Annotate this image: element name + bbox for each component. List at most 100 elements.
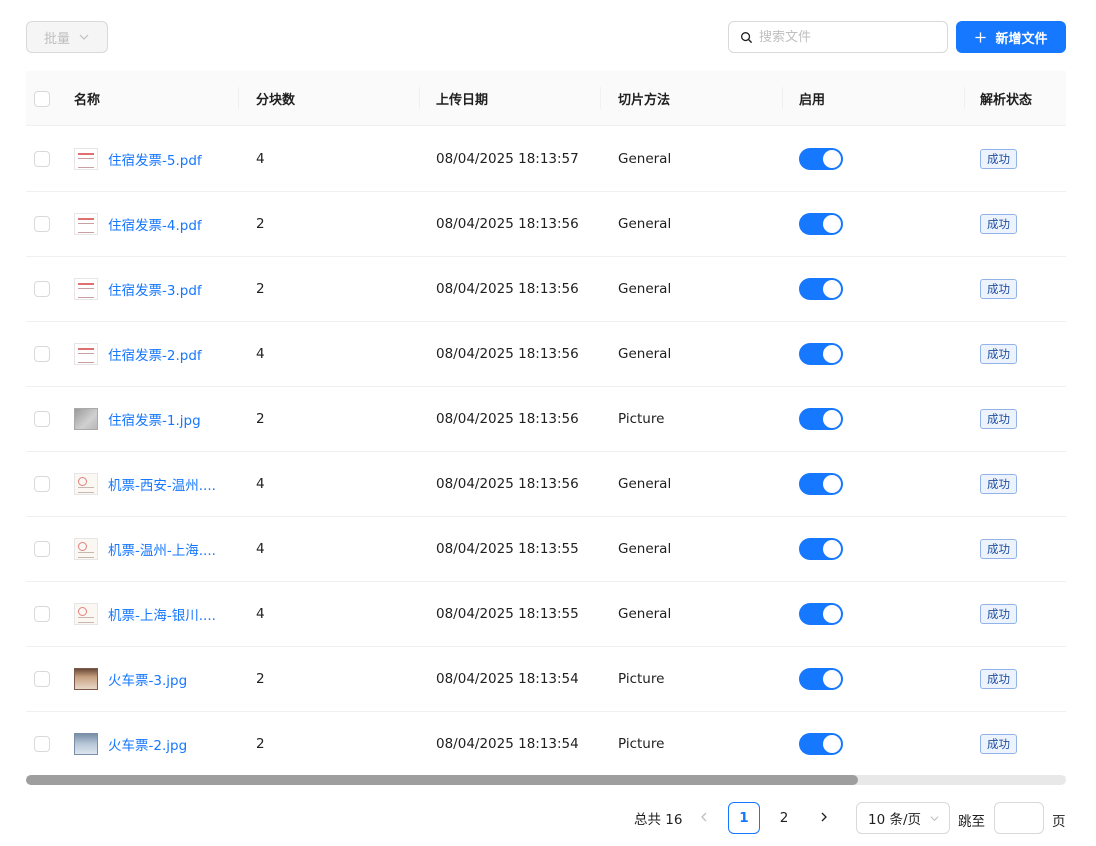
- file-name-cell[interactable]: 住宿发票-2.pdf: [74, 322, 202, 386]
- file-name-cell[interactable]: 机票-温州-上海....: [74, 517, 216, 581]
- table-row[interactable]: 机票-上海-银川.... 4 08/04/2025 18:13:55 Gener…: [26, 582, 1066, 647]
- file-name-cell[interactable]: 住宿发票-3.pdf: [74, 257, 202, 321]
- status-badge[interactable]: 成功: [980, 344, 1017, 364]
- column-header-parse-status[interactable]: 解析状态: [980, 71, 1032, 126]
- file-name-link[interactable]: 火车票-2.jpg: [108, 734, 187, 754]
- file-name-link[interactable]: 机票-西安-温州....: [108, 474, 216, 494]
- chunk-method[interactable]: General: [618, 322, 671, 386]
- status-badge[interactable]: 成功: [980, 474, 1017, 494]
- row-checkbox[interactable]: [34, 736, 50, 752]
- column-header-name[interactable]: 名称: [74, 71, 100, 126]
- enable-toggle[interactable]: [799, 668, 843, 690]
- chunk-method[interactable]: General: [618, 192, 671, 256]
- jump-page-input[interactable]: [994, 802, 1044, 834]
- scrollbar-thumb[interactable]: [26, 775, 858, 785]
- row-checkbox[interactable]: [34, 281, 50, 297]
- row-checkbox[interactable]: [34, 411, 50, 427]
- file-name-link[interactable]: 住宿发票-3.pdf: [108, 279, 202, 299]
- status-badge[interactable]: 成功: [980, 409, 1017, 429]
- file-name-cell[interactable]: 机票-西安-温州....: [74, 452, 216, 516]
- row-checkbox[interactable]: [34, 606, 50, 622]
- table-row[interactable]: 住宿发票-2.pdf 4 08/04/2025 18:13:56 General…: [26, 322, 1066, 387]
- batch-dropdown-button[interactable]: 批量: [26, 21, 108, 53]
- select-all-checkbox[interactable]: [34, 90, 50, 107]
- file-name-cell[interactable]: 住宿发票-1.jpg: [74, 387, 201, 451]
- file-name-link[interactable]: 火车票-3.jpg: [108, 669, 187, 689]
- table-row[interactable]: 住宿发票-5.pdf 4 08/04/2025 18:13:57 General…: [26, 127, 1066, 192]
- file-name-link[interactable]: 住宿发票-4.pdf: [108, 214, 202, 234]
- enable-toggle[interactable]: [799, 603, 843, 625]
- chunk-method[interactable]: General: [618, 452, 671, 516]
- row-checkbox[interactable]: [34, 541, 50, 557]
- row-select[interactable]: [34, 192, 50, 256]
- add-file-button[interactable]: 新增文件: [956, 21, 1066, 53]
- table-row[interactable]: 机票-温州-上海.... 4 08/04/2025 18:13:55 Gener…: [26, 517, 1066, 582]
- table-row[interactable]: 火车票-2.jpg 2 08/04/2025 18:13:54 Picture …: [26, 712, 1066, 777]
- enable-toggle[interactable]: [799, 148, 843, 170]
- row-select[interactable]: [34, 517, 50, 581]
- enable-toggle[interactable]: [799, 343, 843, 365]
- column-header-enabled[interactable]: 启用: [799, 71, 825, 126]
- row-select[interactable]: [34, 712, 50, 776]
- chunk-method[interactable]: General: [618, 517, 671, 581]
- chevron-left-icon[interactable]: [696, 809, 712, 825]
- row-checkbox[interactable]: [34, 346, 50, 362]
- chunk-method[interactable]: Picture: [618, 647, 664, 711]
- page-2-button[interactable]: 2: [768, 802, 800, 834]
- row-select[interactable]: [34, 582, 50, 646]
- chunk-method[interactable]: Picture: [618, 712, 664, 776]
- row-checkbox[interactable]: [34, 151, 50, 167]
- enable-toggle[interactable]: [799, 733, 843, 755]
- file-name-link[interactable]: 机票-上海-银川....: [108, 604, 216, 624]
- search-field[interactable]: [728, 21, 948, 53]
- chevron-right-icon[interactable]: [816, 809, 832, 825]
- enable-toggle[interactable]: [799, 213, 843, 235]
- file-name-link[interactable]: 机票-温州-上海....: [108, 539, 216, 559]
- chunk-method[interactable]: Picture: [618, 387, 664, 451]
- file-name-link[interactable]: 住宿发票-5.pdf: [108, 149, 202, 169]
- file-name-cell[interactable]: 机票-上海-银川....: [74, 582, 216, 646]
- header-select-all[interactable]: [34, 71, 50, 126]
- file-name-cell[interactable]: 火车票-3.jpg: [74, 647, 187, 711]
- enable-toggle[interactable]: [799, 538, 843, 560]
- status-badge[interactable]: 成功: [980, 279, 1017, 299]
- row-select[interactable]: [34, 452, 50, 516]
- column-header-upload-date[interactable]: 上传日期: [436, 71, 488, 126]
- enable-toggle[interactable]: [799, 408, 843, 430]
- status-badge[interactable]: 成功: [980, 604, 1017, 624]
- enable-toggle[interactable]: [799, 473, 843, 495]
- table-row[interactable]: 火车票-3.jpg 2 08/04/2025 18:13:54 Picture …: [26, 647, 1066, 712]
- row-checkbox[interactable]: [34, 216, 50, 232]
- row-checkbox[interactable]: [34, 671, 50, 687]
- table-row[interactable]: 住宿发票-3.pdf 2 08/04/2025 18:13:56 General…: [26, 257, 1066, 322]
- table-row[interactable]: 机票-西安-温州.... 4 08/04/2025 18:13:56 Gener…: [26, 452, 1066, 517]
- file-name-link[interactable]: 住宿发票-1.jpg: [108, 409, 201, 429]
- file-name-cell[interactable]: 住宿发票-5.pdf: [74, 127, 202, 191]
- column-header-chunks[interactable]: 分块数: [256, 71, 295, 126]
- page-size-select[interactable]: 10 条/页: [856, 802, 950, 834]
- status-badge[interactable]: 成功: [980, 539, 1017, 559]
- chunk-method[interactable]: General: [618, 127, 671, 191]
- status-badge[interactable]: 成功: [980, 149, 1017, 169]
- status-badge[interactable]: 成功: [980, 214, 1017, 234]
- status-badge[interactable]: 成功: [980, 734, 1017, 754]
- status-badge[interactable]: 成功: [980, 669, 1017, 689]
- table-row[interactable]: 住宿发票-1.jpg 2 08/04/2025 18:13:56 Picture…: [26, 387, 1066, 452]
- row-checkbox[interactable]: [34, 476, 50, 492]
- search-input[interactable]: [759, 29, 929, 45]
- chunk-method[interactable]: General: [618, 257, 671, 321]
- file-name-link[interactable]: 住宿发票-2.pdf: [108, 344, 202, 364]
- row-select[interactable]: [34, 257, 50, 321]
- table-row[interactable]: 住宿发票-4.pdf 2 08/04/2025 18:13:56 General…: [26, 192, 1066, 257]
- row-select[interactable]: [34, 322, 50, 386]
- page-1-button[interactable]: 1: [728, 802, 760, 834]
- chunk-method[interactable]: General: [618, 582, 671, 646]
- row-select[interactable]: [34, 127, 50, 191]
- file-name-cell[interactable]: 火车票-2.jpg: [74, 712, 187, 776]
- horizontal-scrollbar[interactable]: [26, 775, 1066, 785]
- enable-toggle[interactable]: [799, 278, 843, 300]
- row-select[interactable]: [34, 387, 50, 451]
- column-header-chunk-method[interactable]: 切片方法: [618, 71, 670, 126]
- file-name-cell[interactable]: 住宿发票-4.pdf: [74, 192, 202, 256]
- row-select[interactable]: [34, 647, 50, 711]
